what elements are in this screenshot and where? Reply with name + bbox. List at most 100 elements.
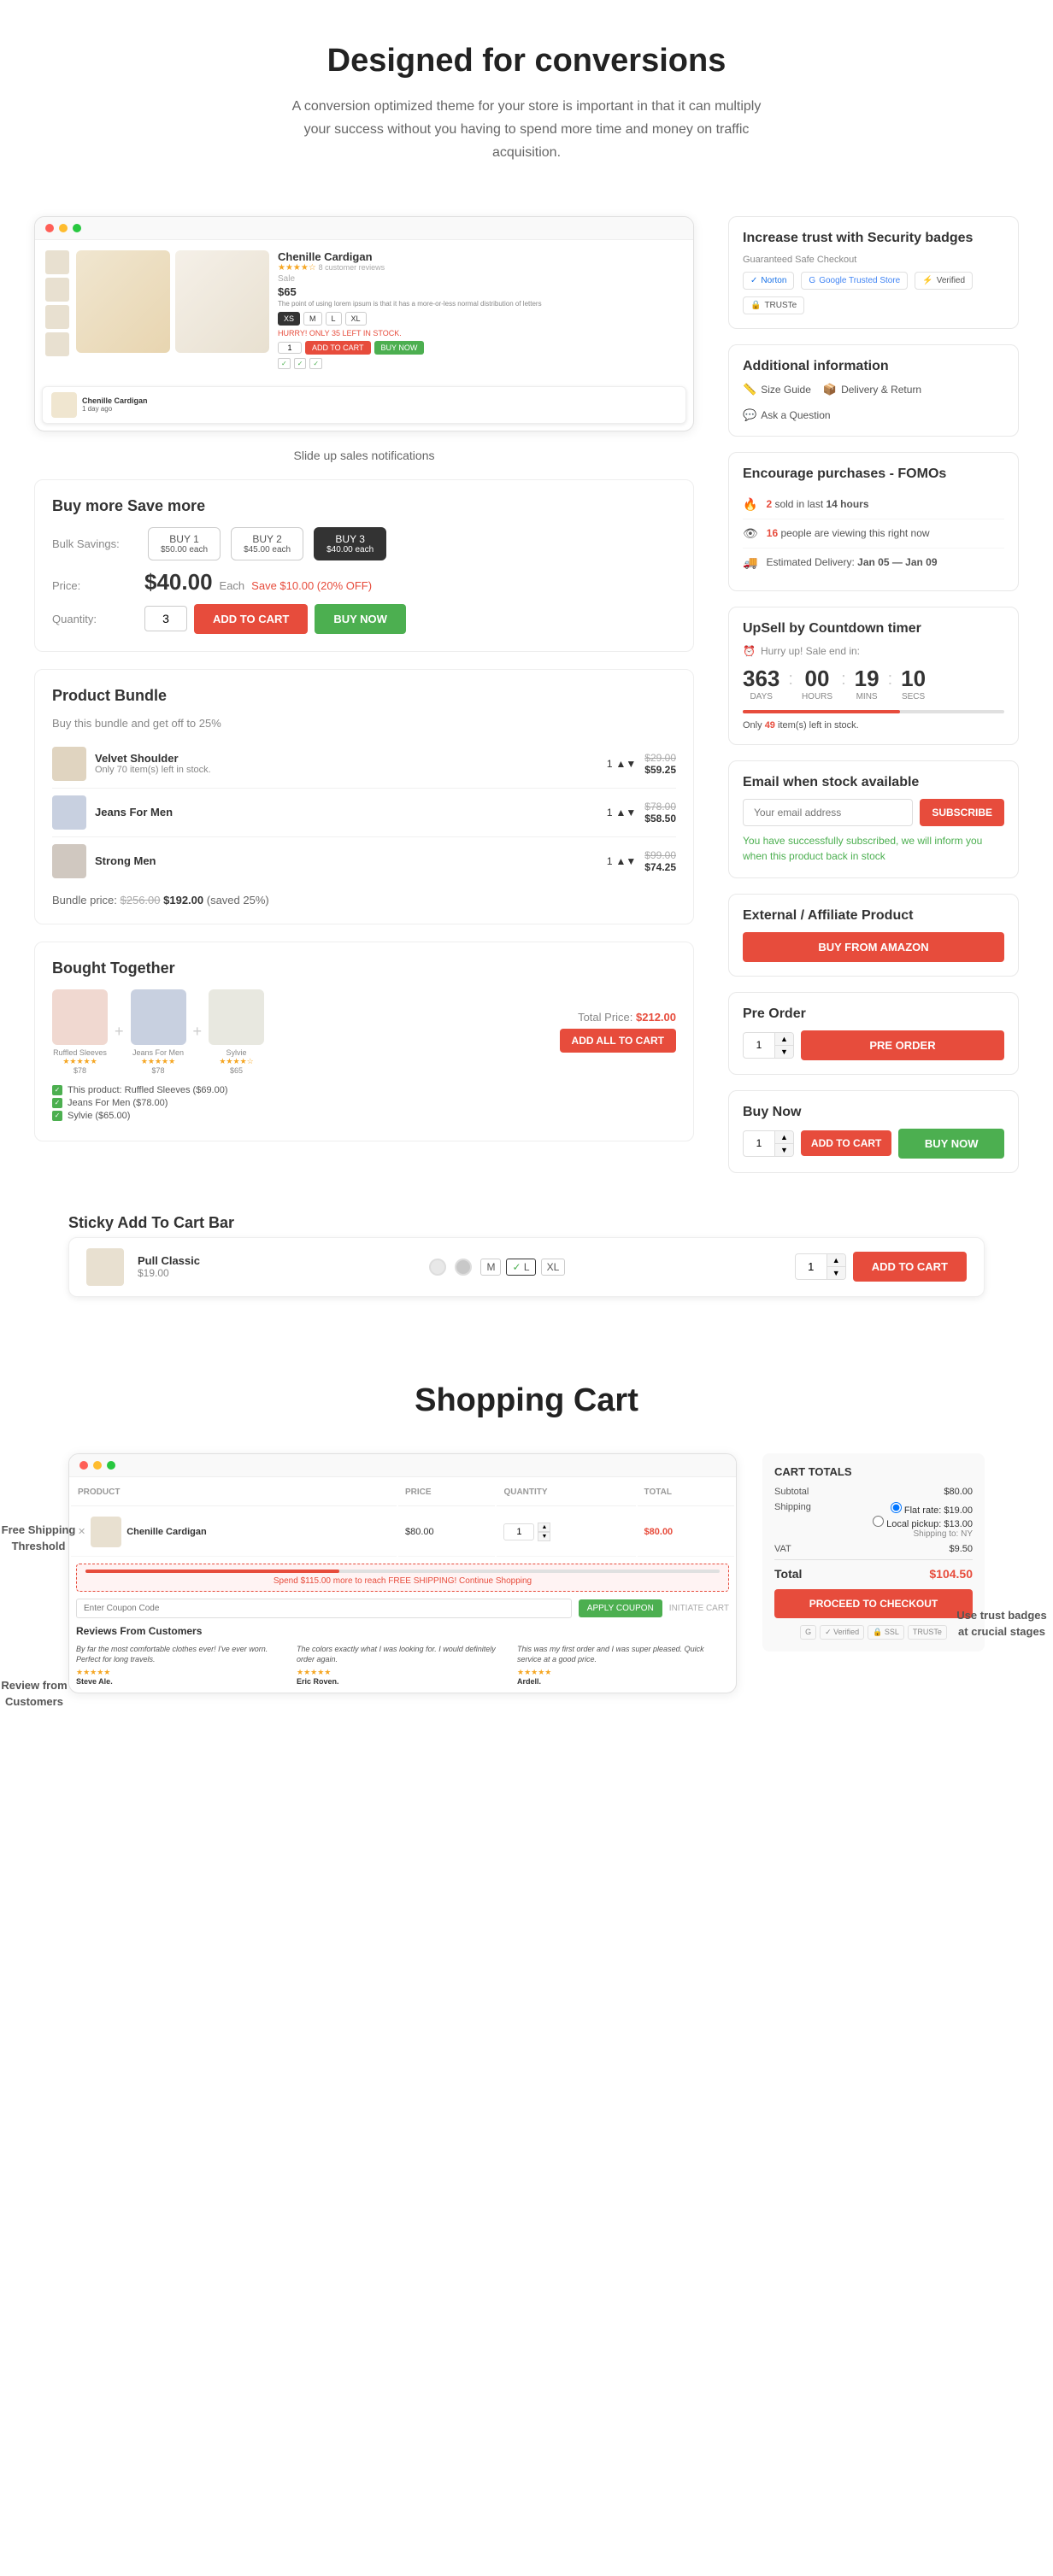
badge-truste: 🔒 TRUSTe: [743, 296, 804, 314]
sales-notification: Chenille Cardigan 1 day ago: [42, 386, 686, 424]
shipping-row: Shipping Flat rate: $19.00 Local pickup:…: [774, 1502, 973, 1539]
countdown-panel: UpSell by Countdown timer ⏰ Hurry up! Sa…: [728, 607, 1019, 745]
bundle-orig-2: $78.00: [644, 801, 676, 813]
color-swatch-2[interactable]: [455, 1259, 472, 1276]
bulk-option-2[interactable]: BUY 2 $45.00 each: [231, 527, 303, 560]
sticky-add-to-cart-button[interactable]: ADD TO CART: [853, 1252, 967, 1282]
mock-price: $65: [278, 285, 683, 298]
size-xl[interactable]: XL: [345, 312, 367, 326]
apply-coupon-button[interactable]: APPLY COUPON: [579, 1599, 662, 1617]
bundle-qty-3[interactable]: 1 ▲▼: [607, 855, 636, 867]
checkbox-2[interactable]: ✓: [52, 1098, 62, 1108]
size-l[interactable]: L: [326, 312, 342, 326]
bulk-option-3[interactable]: BUY 3 $40.00 each: [314, 527, 386, 560]
together-check-2[interactable]: ✓ Jeans For Men ($78.00): [52, 1098, 676, 1108]
remove-item-icon[interactable]: ✕: [78, 1526, 85, 1537]
shipping-flat-radio[interactable]: [891, 1502, 902, 1513]
preorder-qty-down[interactable]: ▼: [775, 1046, 793, 1058]
together-product-2: Jeans For Men ★★★★★ $78: [131, 989, 186, 1075]
price-each: Each: [220, 579, 245, 592]
preorder-qty-up[interactable]: ▲: [775, 1033, 793, 1046]
buy-now-add-cart-button[interactable]: ADD TO CART: [801, 1130, 891, 1156]
mock-btn-add-cart[interactable]: ADD TO CART: [305, 341, 371, 355]
together-stars-1: ★★★★★: [52, 1057, 108, 1066]
sticky-qty-up[interactable]: ▲: [827, 1254, 845, 1267]
badge-norton: ✓ Norton: [743, 272, 794, 290]
together-title: Bought Together: [52, 959, 676, 977]
bundle-title: Product Bundle: [52, 687, 676, 705]
preorder-button[interactable]: PRE ORDER: [801, 1030, 1004, 1060]
color-swatch-1[interactable]: [429, 1259, 446, 1276]
bundle-sale-3: $74.25: [644, 861, 676, 873]
size-m[interactable]: M: [303, 312, 322, 326]
additional-info-panel: Additional information 📏 Size Guide 📦 De…: [728, 344, 1019, 437]
bulk-option-1[interactable]: BUY 1 $50.00 each: [148, 527, 221, 560]
bundle-price-1: $29.00 $59.25: [644, 752, 676, 776]
together-name-1: Ruffled Sleeves: [52, 1048, 108, 1057]
delivery-return-link[interactable]: 📦 Delivery & Return: [823, 383, 921, 396]
security-panel: Increase trust with Security badges Guar…: [728, 216, 1019, 329]
add-all-to-cart-button[interactable]: ADD ALL TO CART: [560, 1029, 676, 1053]
cart-qty-down[interactable]: ▼: [538, 1532, 550, 1541]
mock-btn-buy-now[interactable]: BUY NOW: [374, 341, 425, 355]
question-icon: 💬: [743, 408, 756, 422]
preorder-qty-input[interactable]: [744, 1034, 774, 1056]
shipping-local-radio[interactable]: [873, 1516, 884, 1527]
customer-reviews-section: Reviews From Customers By far the most c…: [76, 1625, 729, 1686]
sticky-size-xl[interactable]: XL: [541, 1259, 566, 1276]
bundle-qty-2[interactable]: 1 ▲▼: [607, 807, 636, 819]
buy-from-amazon-button[interactable]: BUY FROM AMAZON: [743, 932, 1004, 962]
together-img-3: [209, 989, 264, 1045]
qty-input[interactable]: [144, 606, 187, 631]
sep-2: :: [841, 670, 846, 689]
main-two-col: Chenille Cardigan ★★★★☆ 8 customer revie…: [0, 191, 1053, 1214]
add-to-cart-button[interactable]: ADD TO CART: [194, 604, 308, 634]
buy-now-qty-arrows[interactable]: ▲ ▼: [774, 1131, 793, 1156]
checkout-button[interactable]: PROCEED TO CHECKOUT: [774, 1589, 973, 1618]
buy-now-qty-down[interactable]: ▼: [775, 1144, 793, 1156]
email-input[interactable]: [743, 799, 913, 826]
preorder-qty-arrows[interactable]: ▲ ▼: [774, 1033, 793, 1058]
coupon-input[interactable]: [76, 1599, 572, 1618]
checkbox-3[interactable]: ✓: [52, 1111, 62, 1121]
thumb-1[interactable]: [45, 250, 69, 274]
sticky-size-m[interactable]: M: [480, 1259, 501, 1276]
review-3-stars: ★★★★★: [517, 1668, 729, 1677]
buy-now-qty-input[interactable]: [744, 1132, 774, 1154]
sticky-qty-down[interactable]: ▼: [827, 1267, 845, 1279]
together-check-3[interactable]: ✓ Sylvie ($65.00): [52, 1111, 676, 1121]
thumb-2[interactable]: [45, 278, 69, 302]
bundle-item-2-name: Jeans For Men: [95, 806, 598, 819]
together-check-1[interactable]: ✓ This product: Ruffled Sleeves ($69.00): [52, 1085, 676, 1095]
countdown-days: 363 DAYS: [743, 666, 779, 701]
review-2-author: Eric Roven.: [297, 1677, 509, 1686]
cart-qty-up[interactable]: ▲: [538, 1523, 550, 1532]
cart-qty-input[interactable]: [503, 1523, 534, 1540]
sticky-qty-input[interactable]: [796, 1255, 827, 1278]
use-trust-annotation: Use trust badges at crucial stages: [950, 1607, 1053, 1640]
notif-product-img: [51, 392, 77, 418]
badge-verified: ⚡ Verified: [915, 272, 973, 290]
together-checkboxes: ✓ This product: Ruffled Sleeves ($69.00)…: [52, 1085, 676, 1121]
sticky-qty-arrows[interactable]: ▲ ▼: [827, 1254, 845, 1279]
bundle-qty-1[interactable]: 1 ▲▼: [607, 758, 636, 770]
size-xs[interactable]: XS: [278, 312, 300, 326]
size-guide-link[interactable]: 📏 Size Guide: [743, 383, 811, 396]
buy-now-qty-up[interactable]: ▲: [775, 1131, 793, 1144]
buy-now-action-row: ▲ ▼ ADD TO CART BUY NOW: [743, 1129, 1004, 1159]
cart-price-cell: $80.00: [398, 1508, 495, 1557]
subscribe-button[interactable]: SUBSCRIBE: [920, 799, 1004, 826]
sticky-size-l[interactable]: ✓ L: [506, 1259, 535, 1276]
remove-cart-label[interactable]: INITIATE CART: [669, 1604, 729, 1613]
mock-qty-input[interactable]: [278, 342, 302, 354]
sticky-size-row: M ✓ L XL: [480, 1259, 565, 1276]
trust-verified: ✓ Verified: [820, 1625, 864, 1640]
buy-now-button-2[interactable]: BUY NOW: [898, 1129, 1004, 1159]
thumb-4[interactable]: [45, 332, 69, 356]
checkbox-1[interactable]: ✓: [52, 1085, 62, 1095]
buy-now-button[interactable]: BUY NOW: [315, 604, 406, 634]
bulk-opt1-label: BUY 1: [161, 533, 208, 545]
ask-question-link[interactable]: 💬 Ask a Question: [743, 408, 831, 422]
thumb-3[interactable]: [45, 305, 69, 329]
sticky-qty-group: ▲ ▼: [795, 1253, 846, 1280]
